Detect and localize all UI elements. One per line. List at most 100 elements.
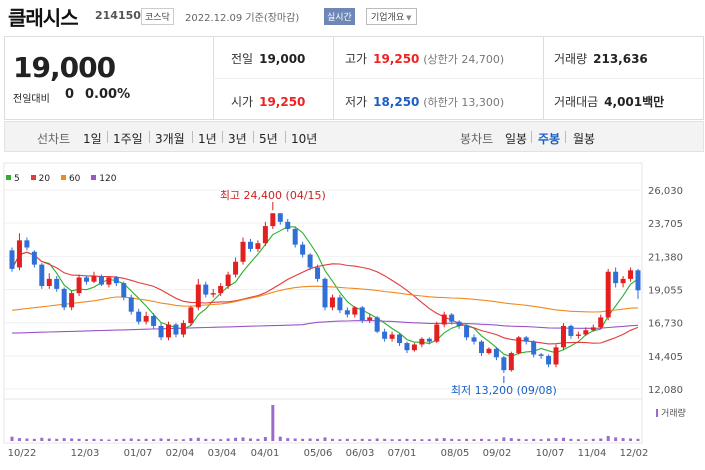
candle xyxy=(531,341,537,355)
candle xyxy=(173,324,179,335)
volume-bar xyxy=(248,438,252,441)
volume-bar xyxy=(99,439,103,441)
x-tick-label: 09/02 xyxy=(483,448,512,459)
volume-bar xyxy=(494,439,498,441)
candle xyxy=(568,325,574,336)
candle xyxy=(411,344,417,351)
candle xyxy=(575,334,581,336)
volume-bar xyxy=(40,437,44,441)
candle xyxy=(270,213,276,227)
candle xyxy=(464,325,470,338)
volume-bar xyxy=(457,439,461,441)
candle xyxy=(456,321,462,326)
volume-bar xyxy=(517,438,521,441)
volume-bar xyxy=(420,439,424,441)
candle xyxy=(553,347,559,365)
volume-bar xyxy=(55,438,59,441)
volume-bar xyxy=(405,438,409,441)
volume-bar xyxy=(107,439,111,441)
volume-bar xyxy=(345,438,349,441)
candle xyxy=(98,276,104,285)
candle xyxy=(516,337,522,354)
volume-bar xyxy=(353,439,357,441)
candle xyxy=(359,307,365,321)
volume-bar xyxy=(286,438,290,441)
volume-bar xyxy=(412,439,416,441)
volume-bar xyxy=(278,436,282,441)
candle xyxy=(218,286,224,294)
price-chart[interactable]: 26,030 23,705 21,380 19,055 16,730 14,405 12,0… xyxy=(0,0,705,470)
candle xyxy=(404,343,410,351)
y-tick-label: 23,705 xyxy=(648,219,683,230)
y-tick-label: 14,405 xyxy=(648,352,683,363)
volume-bar xyxy=(62,438,66,441)
volume-bar xyxy=(554,438,558,441)
volume-bar xyxy=(316,438,320,441)
candle xyxy=(620,278,626,284)
candle xyxy=(225,274,231,287)
candle xyxy=(210,293,216,295)
candle xyxy=(76,277,82,294)
candle xyxy=(434,324,440,342)
volume-bar xyxy=(383,438,387,441)
candle xyxy=(337,297,343,311)
volume-bar xyxy=(114,439,118,441)
volume-bar xyxy=(360,438,364,441)
candle xyxy=(54,278,60,289)
candle xyxy=(255,243,261,249)
volume-bar xyxy=(509,438,513,441)
candle xyxy=(61,288,67,308)
candle xyxy=(322,278,328,308)
candle xyxy=(300,244,306,255)
candle xyxy=(16,240,22,268)
candle xyxy=(39,264,45,287)
x-tick-label: 11/04 xyxy=(578,448,607,459)
volume-bar xyxy=(569,438,573,441)
y-tick-label: 19,055 xyxy=(648,286,683,297)
candle xyxy=(46,278,52,287)
volume-bar xyxy=(196,437,200,441)
candle xyxy=(188,307,194,324)
volume-bar xyxy=(32,438,36,441)
candle xyxy=(121,283,127,298)
volume-bar xyxy=(427,439,431,441)
volume-bar xyxy=(472,439,476,441)
candle xyxy=(441,314,447,325)
x-tick-label: 10/22 xyxy=(8,448,37,459)
volume-bar xyxy=(204,438,208,441)
volume-bar xyxy=(181,439,185,441)
volume-bar xyxy=(92,438,96,441)
x-tick-label: 04/01 xyxy=(251,448,280,459)
candle xyxy=(486,348,492,354)
volume-bar xyxy=(487,439,491,441)
candle xyxy=(367,317,373,321)
volume-bar xyxy=(539,439,543,441)
candle xyxy=(128,297,134,312)
candle xyxy=(479,341,484,354)
candle xyxy=(598,317,604,328)
volume-bar xyxy=(390,439,394,441)
volume-bar xyxy=(47,438,51,441)
candle xyxy=(158,325,164,338)
volume-bar xyxy=(636,438,640,441)
volume-bar xyxy=(323,437,327,441)
volume-bar xyxy=(442,438,446,441)
volume-bar xyxy=(263,437,267,441)
candle xyxy=(419,338,425,345)
volume-bar xyxy=(621,438,625,441)
volume-bar xyxy=(435,438,439,441)
candle xyxy=(285,221,291,229)
candle xyxy=(151,315,157,326)
volume-bar xyxy=(532,438,536,441)
candle xyxy=(315,267,321,279)
y-tick-label: 12,080 xyxy=(648,385,683,396)
candle xyxy=(166,324,171,338)
candle xyxy=(292,228,298,245)
candle xyxy=(374,317,380,332)
max-annotation: 최고 24,400 (04/15) xyxy=(220,189,326,202)
volume-bar xyxy=(159,438,163,441)
candle xyxy=(344,310,350,315)
volume-bar xyxy=(122,438,126,441)
volume-bar xyxy=(174,439,178,441)
candle xyxy=(307,254,313,268)
